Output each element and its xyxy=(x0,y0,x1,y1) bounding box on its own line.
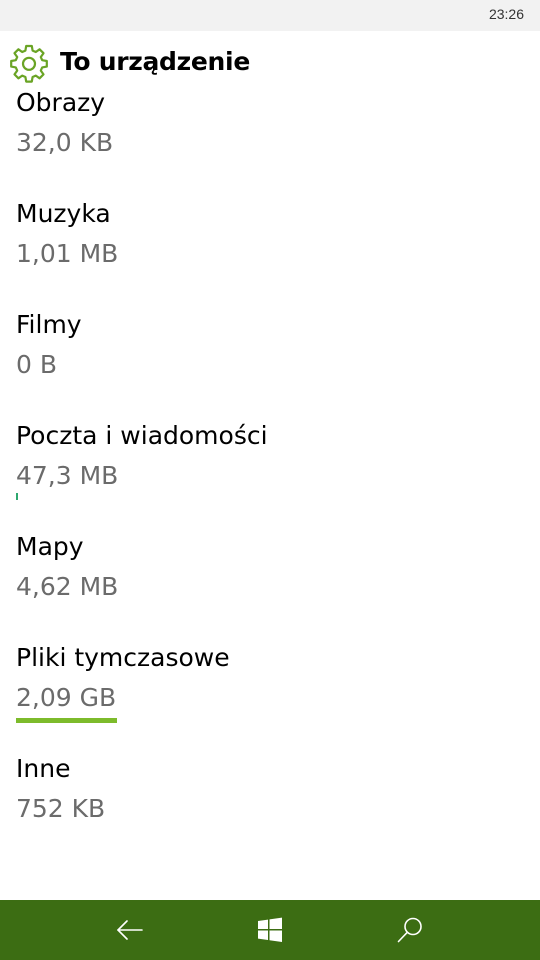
item-size: 2,09 GB xyxy=(16,683,117,712)
windows-start-icon[interactable] xyxy=(254,914,286,946)
item-size: 4,62 MB xyxy=(16,572,119,601)
usage-bar xyxy=(16,493,18,500)
list-item-muzyka[interactable]: Muzyka 1,01 MB xyxy=(16,195,540,306)
search-icon[interactable] xyxy=(394,914,426,946)
item-size: 0 B xyxy=(16,350,58,379)
item-size: 47,3 MB xyxy=(16,461,119,490)
item-size: 32,0 KB xyxy=(16,128,114,157)
list-item-filmy[interactable]: Filmy 0 B xyxy=(16,306,540,417)
item-name: Mapy xyxy=(16,532,84,561)
status-time: 23:26 xyxy=(488,6,524,22)
item-name: Poczta i wiadomości xyxy=(16,421,268,450)
item-name: Obrazy xyxy=(16,88,106,117)
page-title: To urządzenie xyxy=(60,47,250,76)
list-item-obrazy[interactable]: Obrazy 32,0 KB xyxy=(16,84,540,195)
navigation-bar xyxy=(0,900,540,960)
item-name: Muzyka xyxy=(16,199,111,228)
storage-category-list: Obrazy 32,0 KB Muzyka 1,01 MB Filmy 0 B … xyxy=(0,84,540,861)
item-name: Filmy xyxy=(16,310,82,339)
item-name: Inne xyxy=(16,754,71,783)
item-name: Pliki tymczasowe xyxy=(16,643,230,672)
usage-bar xyxy=(16,718,117,723)
list-item-poczta[interactable]: Poczta i wiadomości 47,3 MB xyxy=(16,417,540,528)
back-arrow-icon[interactable] xyxy=(114,914,146,946)
item-size: 752 KB xyxy=(16,794,106,823)
list-item-mapy[interactable]: Mapy 4,62 MB xyxy=(16,528,540,639)
list-item-inne[interactable]: Inne 752 KB xyxy=(16,750,540,861)
item-size: 1,01 MB xyxy=(16,239,119,268)
list-item-pliki-tymczasowe[interactable]: Pliki tymczasowe 2,09 GB xyxy=(16,639,540,750)
page-header: To urządzenie xyxy=(0,31,540,89)
gear-icon xyxy=(9,43,49,83)
status-bar: 23:26 xyxy=(0,0,540,31)
